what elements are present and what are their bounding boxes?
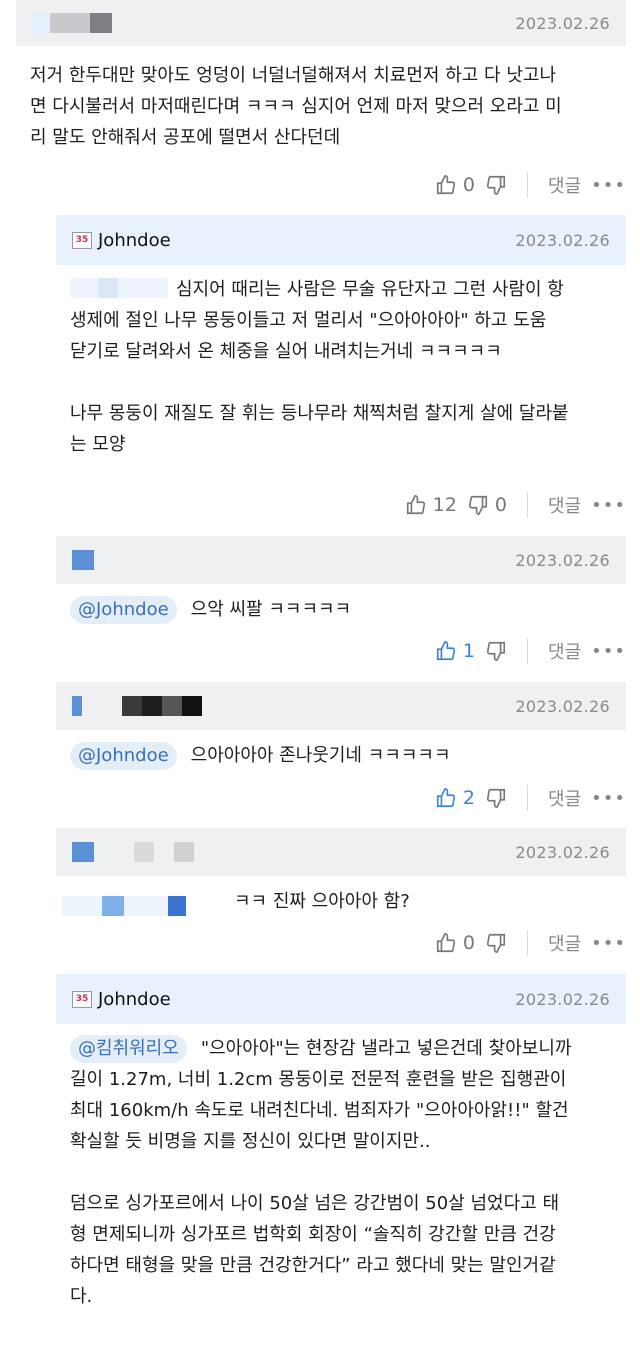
comment-5-body: ㅋㅋ 진짜 으아아아 함? (234, 886, 626, 917)
comment-line: 최대 160km/h 속도로 내려친다네. 범죄자가 "으아아아앍!!" 할건 (70, 1100, 569, 1121)
author-name: Johndoe (98, 229, 171, 251)
comment-line: 생제에 절인 나무 몽둥이들고 저 멀리서 "으아아아아" 하고 도움 (70, 310, 547, 331)
comment-2-body: 심지어 때리는 사람은 무술 유단자고 그런 사람이 항 생제에 절인 나무 몽… (70, 274, 626, 460)
author-name: Johndoe (98, 988, 171, 1010)
thumbs-down-icon (486, 175, 506, 195)
like-count: 0 (462, 174, 476, 196)
comment-6-header: 35 Johndoe 2023.02.26 (56, 974, 626, 1024)
mention-tag[interactable]: @킴취워리오 (70, 1035, 187, 1063)
comment-line: 으악 씨팔 ㅋㅋㅋㅋㅋ (190, 599, 352, 620)
comment-line: 하다면 태형을 맞을 만큼 건강한거다” 라고 했다네 맞는 말인거같 (70, 1255, 556, 1276)
comment-1-actions: 0 댓글 ••• (435, 172, 626, 198)
thumbs-down-icon (468, 495, 487, 515)
author[interactable]: 35 Johndoe (72, 989, 171, 1010)
comment-3-actions: 1 댓글 ••• (435, 638, 626, 664)
dislike-button[interactable] (485, 174, 507, 196)
more-dots-icon[interactable]: ••• (591, 175, 626, 196)
blurred-nickname (72, 550, 94, 570)
reply-button[interactable]: 댓글 (548, 785, 581, 811)
comment-line: 으아아아아 존나웃기네 ㅋㅋㅋㅋㅋ (190, 745, 451, 766)
comment-1-header: 2023.02.26 (16, 0, 626, 46)
thumbs-down-icon (486, 788, 506, 808)
blurred-mention (62, 896, 186, 916)
like-button[interactable]: 0 (435, 932, 475, 954)
comment-3-body: @Johndoe 으악 씨팔 ㅋㅋㅋㅋㅋ (70, 594, 626, 625)
like-count: 2 (462, 787, 476, 809)
blurred-nickname (32, 13, 112, 33)
comment-date: 2023.02.26 (515, 13, 610, 33)
more-dots-icon[interactable]: ••• (591, 788, 626, 809)
author-badge-icon: 35 (72, 990, 92, 1008)
dislike-button[interactable]: 0 (467, 494, 507, 516)
comment-line: 확실할 듯 비명을 지를 정신이 있다면 말이지만.. (70, 1131, 431, 1152)
comment-4-header: 2023.02.26 (56, 682, 626, 730)
comment-4-actions: 2 댓글 ••• (435, 785, 626, 811)
comment-2-actions: 12 0 댓글 ••• (405, 492, 626, 518)
author-badge-icon: 35 (72, 231, 92, 249)
thumbs-down-icon (486, 641, 506, 661)
mention-tag[interactable]: @Johndoe (70, 742, 177, 770)
thumbs-up-icon (436, 933, 455, 953)
author[interactable]: 35 Johndoe (72, 230, 171, 251)
more-dots-icon[interactable]: ••• (591, 641, 626, 662)
comment-5-header: 2023.02.26 (56, 828, 626, 876)
like-button[interactable]: 2 (435, 787, 475, 809)
like-button[interactable]: 12 (405, 494, 457, 516)
comment-line: 저거 한두대만 맞아도 엉덩이 너덜너덜해져서 치료먼저 하고 다 낫고나 (30, 65, 557, 86)
dislike-button[interactable] (485, 640, 507, 662)
comment-1-body: 저거 한두대만 맞아도 엉덩이 너덜너덜해져서 치료먼저 하고 다 낫고나 면 … (30, 60, 620, 153)
comment-6-body: @킴취워리오 "으아아아"는 현장감 낼라고 넣은건데 찾아보니까 길이 1.27… (70, 1033, 626, 1312)
like-count: 12 (432, 494, 457, 516)
comment-line: 덤으로 싱가포르에서 나이 50살 넘은 강간범이 50살 넘었다고 태 (70, 1193, 560, 1214)
comment-line: 리 말도 안해줘서 공포에 떨면서 산다던데 (30, 127, 341, 148)
comment-date: 2023.02.26 (515, 550, 610, 570)
dislike-count: 0 (494, 494, 508, 516)
comment-line: 다. (70, 1286, 93, 1307)
comment-line: 형 면제되니까 싱가포르 법학회 회장이 “솔직히 강간할 만큼 건강 (70, 1224, 556, 1245)
comment-line: 나무 몽둥이 재질도 잘 휘는 등나무라 채찍처럼 찰지게 살에 달라붙 (70, 403, 569, 424)
thumbs-up-icon (436, 641, 455, 661)
comment-4-body: @Johndoe 으아아아아 존나웃기네 ㅋㅋㅋㅋㅋ (70, 740, 626, 771)
reply-button[interactable]: 댓글 (548, 638, 581, 664)
more-dots-icon[interactable]: ••• (591, 495, 626, 516)
blurred-nickname (72, 696, 202, 716)
thumbs-down-icon (486, 933, 506, 953)
thumbs-up-icon (436, 788, 455, 808)
like-button[interactable]: 0 (435, 174, 475, 196)
comment-line: 닫기로 달려와서 온 체중을 실어 내려치는거네 ㅋㅋㅋㅋㅋ (70, 341, 502, 362)
comment-date: 2023.02.26 (515, 230, 610, 250)
like-count: 1 (462, 640, 476, 662)
thumbs-up-icon (406, 495, 425, 515)
comment-line: 면 다시불러서 마저때린다며 ㅋㅋㅋ 심지어 언제 마저 맞으러 오라고 미 (30, 96, 562, 117)
comment-date: 2023.02.26 (515, 989, 610, 1009)
like-count: 0 (462, 932, 476, 954)
blurred-nickname (72, 842, 194, 862)
thumbs-up-icon (436, 175, 455, 195)
reply-button[interactable]: 댓글 (548, 930, 581, 956)
reply-button[interactable]: 댓글 (548, 492, 581, 518)
comment-2-header: 35 Johndoe 2023.02.26 (56, 215, 626, 265)
comment-date: 2023.02.26 (515, 842, 610, 862)
more-dots-icon[interactable]: ••• (591, 933, 626, 954)
comment-line: ㅋㅋ 진짜 으아아아 함? (234, 891, 410, 912)
like-button[interactable]: 1 (435, 640, 475, 662)
comment-5-actions: 0 댓글 ••• (435, 930, 626, 956)
comment-line: 길이 1.27m, 너비 1.2cm 몽둥이로 전문적 훈련을 받은 집행관이 (70, 1069, 567, 1090)
comment-line: 심지어 때리는 사람은 무술 유단자고 그런 사람이 항 (176, 279, 564, 300)
comment-line: "으아아아"는 현장감 낼라고 넣은건데 찾아보니까 (200, 1038, 572, 1059)
dislike-button[interactable] (485, 932, 507, 954)
comment-3-header: 2023.02.26 (56, 536, 626, 584)
reply-button[interactable]: 댓글 (548, 172, 581, 198)
comment-line: 는 모양 (70, 434, 126, 455)
dislike-button[interactable] (485, 787, 507, 809)
comment-date: 2023.02.26 (515, 696, 610, 716)
mention-tag[interactable]: @Johndoe (70, 596, 177, 624)
